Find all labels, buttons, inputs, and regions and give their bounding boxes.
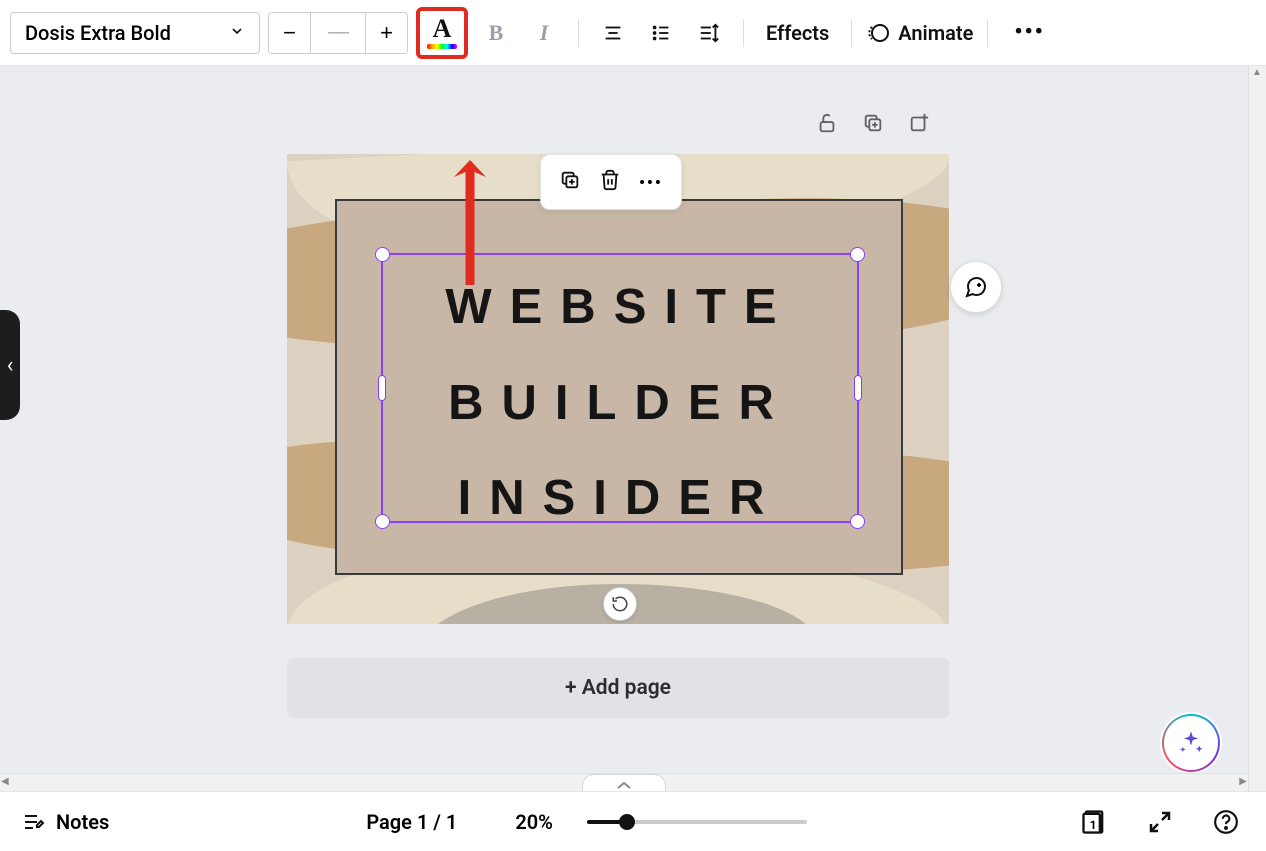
grid-count: 1 — [1090, 818, 1097, 832]
separator — [851, 19, 852, 47]
resize-handle-bottom-left[interactable] — [375, 514, 390, 529]
more-button[interactable]: ••• — [1002, 20, 1056, 45]
spacing-button[interactable] — [689, 13, 729, 53]
delete-button[interactable] — [599, 169, 621, 195]
comment-button[interactable] — [950, 261, 1002, 313]
element-float-toolbar: ••• — [540, 154, 682, 210]
color-swatch-icon — [427, 44, 457, 49]
collapse-panel-tab[interactable] — [0, 310, 20, 420]
separator — [987, 19, 988, 47]
animate-label: Animate — [898, 21, 973, 45]
resize-grip[interactable] — [582, 774, 666, 791]
resize-handle-right[interactable] — [854, 375, 862, 401]
design-page[interactable]: WEBSITE BUILDER INSIDER — [287, 154, 949, 624]
resize-handle-top-left[interactable] — [375, 247, 390, 262]
vertical-scrollbar[interactable] — [1248, 66, 1266, 791]
resize-handle-left[interactable] — [378, 375, 386, 401]
effects-button[interactable]: Effects — [758, 21, 837, 45]
more-icon: ••• — [639, 173, 663, 192]
resize-handle-bottom-right[interactable] — [850, 514, 865, 529]
chevron-up-icon — [617, 782, 631, 790]
separator — [578, 19, 579, 47]
align-center-icon — [602, 22, 624, 44]
font-selector[interactable]: Dosis Extra Bold — [10, 12, 260, 54]
separator — [743, 19, 744, 47]
font-size-control: − + — [268, 12, 408, 54]
italic-icon: I — [540, 20, 549, 46]
font-size-input[interactable] — [311, 13, 365, 53]
zoom-slider[interactable] — [587, 820, 807, 824]
notes-icon — [22, 810, 46, 834]
list-button[interactable] — [641, 13, 681, 53]
text-color-button[interactable]: A — [422, 13, 462, 53]
animate-icon — [866, 21, 890, 45]
add-page-label: + Add page — [565, 676, 671, 700]
duplicate-page-button[interactable] — [862, 112, 884, 138]
rotate-handle[interactable] — [603, 587, 637, 621]
zoom-slider-thumb[interactable] — [619, 814, 635, 830]
bottom-bar: Notes Page 1 / 1 20% 1 — [0, 791, 1266, 851]
duplicate-icon — [559, 169, 581, 191]
bold-icon: B — [489, 20, 504, 46]
line-spacing-icon — [698, 22, 720, 44]
expand-icon — [1148, 810, 1172, 834]
duplicate-button[interactable] — [559, 169, 581, 195]
trash-icon — [599, 169, 621, 191]
more-icon: ••• — [1014, 20, 1044, 45]
sparkle-icon — [1177, 729, 1205, 757]
notes-label: Notes — [56, 810, 109, 834]
bullet-list-icon — [650, 22, 672, 44]
resize-handle-top-right[interactable] — [850, 247, 865, 262]
alignment-button[interactable] — [593, 13, 633, 53]
page-indicator[interactable]: Page 1 / 1 — [366, 810, 457, 834]
decrease-size-button[interactable]: − — [269, 13, 311, 53]
fullscreen-button[interactable] — [1142, 804, 1178, 840]
lock-button[interactable] — [816, 112, 838, 138]
bold-button[interactable]: B — [476, 13, 516, 53]
zoom-level[interactable]: 20% — [515, 810, 553, 834]
font-name: Dosis Extra Bold — [25, 21, 171, 45]
add-page-button[interactable]: + Add page — [287, 658, 949, 718]
text-toolbar: Dosis Extra Bold − + A B I Effects Anima… — [0, 0, 1266, 66]
selection-box — [381, 253, 859, 523]
assistant-button[interactable] — [1162, 714, 1220, 772]
element-more-button[interactable]: ••• — [639, 173, 663, 192]
help-icon — [1213, 809, 1239, 835]
add-new-page-button[interactable] — [908, 112, 930, 138]
rotate-icon — [611, 595, 629, 613]
italic-button[interactable]: I — [524, 13, 564, 53]
help-button[interactable] — [1208, 804, 1244, 840]
annotation-arrow-icon — [450, 160, 490, 290]
animate-button[interactable]: Animate — [866, 21, 973, 45]
annotation-highlight: A — [416, 7, 468, 59]
grid-view-button[interactable]: 1 — [1076, 804, 1112, 840]
chevron-down-icon — [229, 23, 245, 43]
letter-a-icon: A — [433, 16, 452, 42]
canvas-area: WEBSITE BUILDER INSIDER ••• — [0, 66, 1248, 791]
page-controls — [816, 112, 930, 138]
notes-button[interactable]: Notes — [22, 810, 109, 834]
comment-icon — [964, 275, 988, 299]
increase-size-button[interactable]: + — [365, 13, 407, 53]
